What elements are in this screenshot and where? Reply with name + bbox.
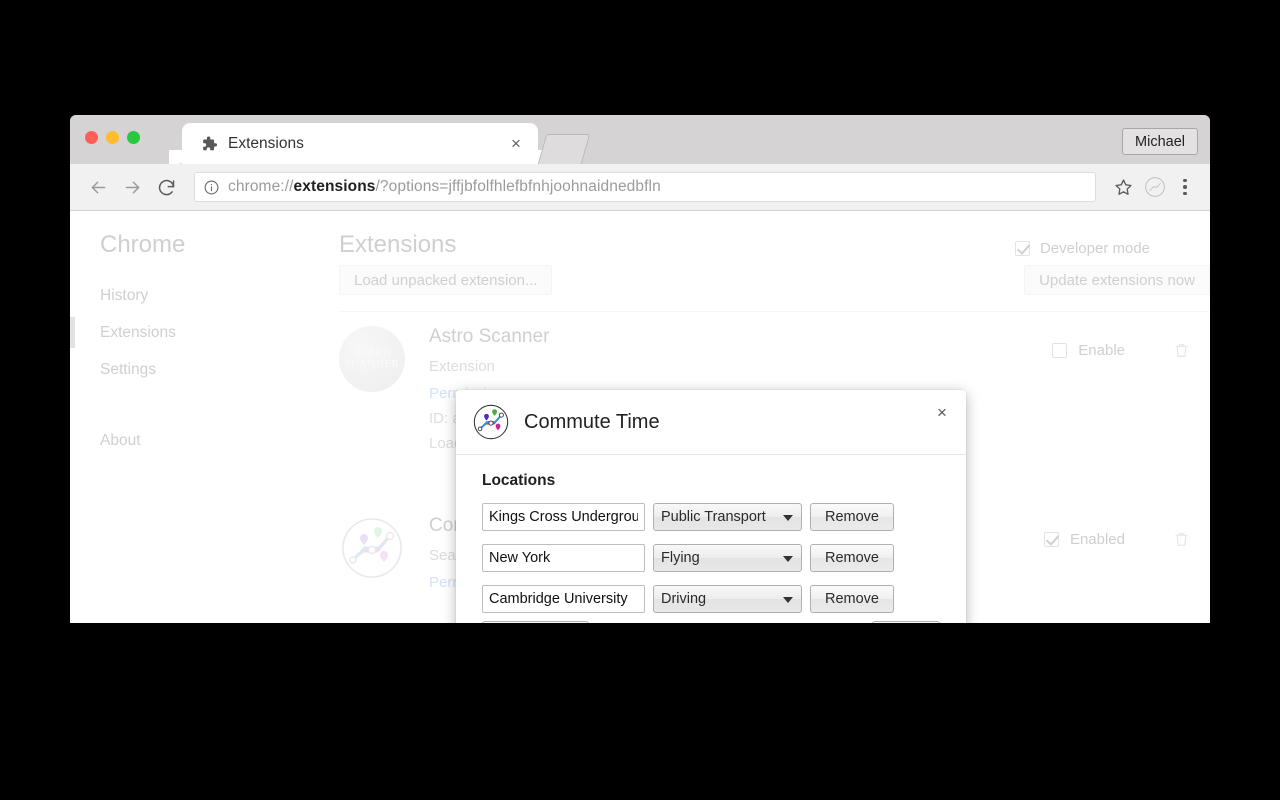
window-traffic-lights xyxy=(85,131,140,144)
extensions-action-row: Load unpacked extension... Update extens… xyxy=(339,265,1210,297)
commute-time-icon xyxy=(1145,177,1165,197)
tab-strip: Extensions × Michael xyxy=(70,115,1210,164)
locations-section-title: Locations xyxy=(482,472,556,489)
location-row: Public Transport Remove xyxy=(482,503,940,531)
sidebar-item-history[interactable]: History xyxy=(100,287,148,305)
chevron-down-icon xyxy=(783,556,793,562)
options-modal: Commute Time × Locations Public Transpor… xyxy=(456,390,966,623)
extension-controls: Enabled xyxy=(1043,529,1190,550)
tab-extensions[interactable]: Extensions × xyxy=(169,123,551,164)
chevron-down-icon xyxy=(783,515,793,521)
three-dot-menu-icon xyxy=(1183,191,1187,196)
extension-enable-label: Enable xyxy=(1078,342,1125,359)
window-close-button[interactable] xyxy=(85,131,98,144)
transport-select[interactable]: Flying xyxy=(653,544,802,572)
extension-enable-label: Enabled xyxy=(1069,531,1125,548)
window-minimize-button[interactable] xyxy=(106,131,119,144)
location-row: Driving Remove xyxy=(482,585,940,613)
info-circle-icon[interactable] xyxy=(203,179,220,196)
transport-select-value: Public Transport xyxy=(661,509,766,525)
commute-time-extension-button[interactable] xyxy=(1140,172,1170,202)
transport-select-value: Flying xyxy=(661,550,700,566)
url-path: /?options=jffjbfolfhlefbfnhjoohnaidnedbf… xyxy=(375,178,661,195)
bookmark-button[interactable] xyxy=(1108,172,1138,202)
transport-select[interactable]: Driving xyxy=(653,585,802,613)
browser-menu-button[interactable] xyxy=(1172,172,1198,202)
window-maximize-button[interactable] xyxy=(127,131,140,144)
update-extensions-button[interactable]: Update extensions now xyxy=(1024,265,1210,295)
reload-icon xyxy=(158,179,174,195)
location-input[interactable] xyxy=(482,544,645,572)
trash-icon[interactable] xyxy=(1173,340,1190,361)
page-title: Extensions xyxy=(339,231,457,258)
modal-title: Commute Time xyxy=(524,410,660,433)
url-host: extensions xyxy=(293,178,376,195)
tab-close-icon[interactable]: × xyxy=(506,134,526,154)
transport-select-value: Driving xyxy=(661,591,707,607)
modal-footer: Add location Save xyxy=(456,613,966,623)
address-bar[interactable]: chrome://extensions/?options=jffjbfolfhl… xyxy=(194,172,1096,202)
developer-mode-toggle[interactable]: Developer mode xyxy=(1014,240,1150,257)
location-row: Flying Remove xyxy=(482,544,940,572)
profile-button[interactable]: Michael xyxy=(1122,128,1198,155)
puzzle-piece-icon xyxy=(200,135,218,153)
star-icon xyxy=(1114,178,1132,195)
sidebar-item-extensions[interactable]: Extensions xyxy=(70,317,176,348)
sidebar-brand: Chrome xyxy=(100,231,186,258)
commute-time-icon xyxy=(472,403,510,441)
browser-window: Extensions × Michael chrome://extensions… xyxy=(70,115,1210,623)
tab-title: Extensions xyxy=(228,134,304,152)
add-location-button[interactable]: Add location xyxy=(482,621,589,623)
modal-header: Commute Time × xyxy=(456,390,966,455)
extension-controls: Enable xyxy=(1052,340,1190,361)
browser-toolbar: chrome://extensions/?options=jffjbfolfhl… xyxy=(70,164,1210,211)
chevron-down-icon xyxy=(783,597,793,603)
astro-scanner-icon: ASTRO SCANNER xyxy=(339,326,405,392)
divider xyxy=(339,311,1210,312)
new-tab-button[interactable] xyxy=(537,134,591,164)
location-input[interactable] xyxy=(482,585,645,613)
sidebar-item-settings[interactable]: Settings xyxy=(100,361,156,379)
arrow-left-icon xyxy=(91,181,105,193)
sidebar-item-about[interactable]: About xyxy=(100,432,141,450)
developer-mode-label: Developer mode xyxy=(1039,240,1150,257)
extension-enable-checkbox[interactable] xyxy=(1043,532,1059,547)
arrow-right-icon xyxy=(125,181,139,193)
extension-enable-checkbox[interactable] xyxy=(1052,343,1068,358)
chrome-settings-sidebar: Chrome History Extensions Settings About xyxy=(70,211,270,622)
reload-button[interactable] xyxy=(150,171,182,203)
back-button[interactable] xyxy=(82,171,114,203)
developer-mode-checkbox[interactable] xyxy=(1014,241,1030,256)
remove-location-button[interactable]: Remove xyxy=(810,585,894,613)
transport-select[interactable]: Public Transport xyxy=(653,503,802,531)
extension-description: Extension xyxy=(429,358,495,375)
save-button[interactable]: Save xyxy=(871,621,940,623)
location-input[interactable] xyxy=(482,503,645,531)
extension-name: Astro Scanner xyxy=(429,326,550,347)
close-icon[interactable]: × xyxy=(931,402,953,424)
modal-body: Locations Public Transport Remove Flying… xyxy=(456,455,966,613)
address-bar-url: chrome://extensions/?options=jffjbfolfhl… xyxy=(228,178,661,196)
three-dot-menu-icon xyxy=(1183,185,1187,189)
extension-enable-toggle[interactable]: Enabled xyxy=(1043,531,1125,548)
forward-button[interactable] xyxy=(116,171,148,203)
url-prefix: chrome:// xyxy=(228,178,294,195)
load-unpacked-button[interactable]: Load unpacked extension... xyxy=(339,265,553,295)
remove-location-button[interactable]: Remove xyxy=(810,544,894,572)
trash-icon[interactable] xyxy=(1173,529,1190,550)
astro-logo-line2: SCANNER xyxy=(344,358,400,370)
commute-time-icon xyxy=(339,515,405,581)
extension-enable-toggle[interactable]: Enable xyxy=(1052,342,1125,359)
three-dot-menu-icon xyxy=(1183,178,1187,183)
remove-location-button[interactable]: Remove xyxy=(810,503,894,531)
